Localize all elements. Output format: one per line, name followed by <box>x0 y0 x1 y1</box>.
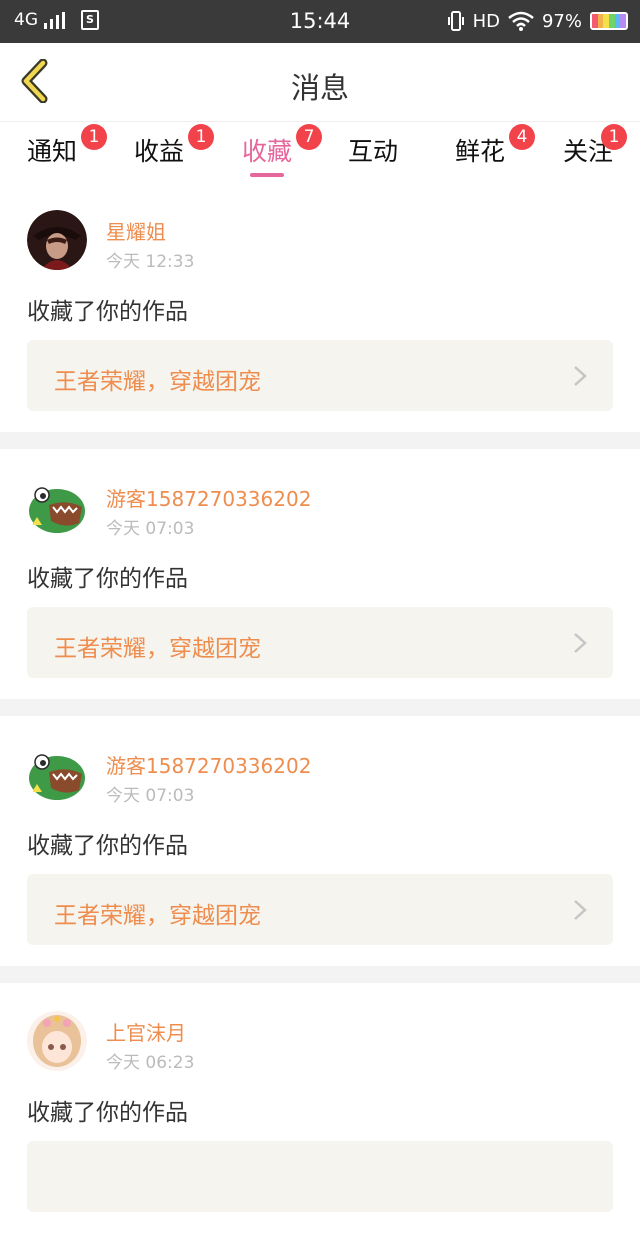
timestamp: 今天 07:03 <box>106 786 195 806</box>
tab-favorites[interactable]: 收藏 7 <box>242 124 323 168</box>
chevron-right-icon <box>574 900 587 920</box>
nav-header: 消息 <box>0 43 640 121</box>
green-dino-avatar[interactable] <box>27 744 87 804</box>
divider <box>0 699 640 716</box>
status-right: HD 97% <box>447 10 628 32</box>
anime-girl-avatar[interactable] <box>27 1011 87 1071</box>
work-card[interactable] <box>27 1141 613 1212</box>
tab-label: 通知 <box>27 137 78 166</box>
user-name[interactable]: 上官沫月 <box>106 1017 186 1046</box>
status-bar: 4G S 15:44 HD 97% <box>0 0 640 43</box>
chevron-right-icon <box>574 366 587 386</box>
action-text: 收藏了你的作品 <box>27 833 188 859</box>
tab-badge: 7 <box>296 124 323 150</box>
work-card[interactable]: 王者荣耀，穿越团宠 <box>27 607 613 678</box>
tab-badge: 1 <box>188 124 215 150</box>
battery-icon <box>590 12 628 30</box>
tab-follow[interactable]: 关注 1 <box>563 124 628 168</box>
tab-interaction[interactable]: 互动 <box>348 132 398 168</box>
active-tab-indicator <box>250 173 284 177</box>
tab-bar: 通知 1 收益 1 收藏 7 互动 鲜花 4 关注 1 <box>0 121 640 182</box>
tab-earnings[interactable]: 收益 1 <box>134 124 215 168</box>
action-text: 收藏了你的作品 <box>27 1100 188 1126</box>
tab-label: 鲜花 <box>455 137 506 166</box>
user-name[interactable]: 游客1587270336202 <box>106 750 311 779</box>
tab-label: 收藏 <box>242 137 293 166</box>
tab-badge: 4 <box>509 124 536 150</box>
chevron-right-icon <box>574 633 587 653</box>
work-title: 王者荣耀，穿越团宠 <box>54 903 261 929</box>
hd-label: HD <box>472 10 500 32</box>
tab-notice[interactable]: 通知 1 <box>27 124 108 168</box>
action-text: 收藏了你的作品 <box>27 566 188 592</box>
tab-badge: 1 <box>601 124 628 150</box>
timestamp: 今天 12:33 <box>106 252 195 272</box>
tab-flowers[interactable]: 鲜花 4 <box>455 124 536 168</box>
tab-label: 互动 <box>348 137 399 166</box>
work-card[interactable]: 王者荣耀，穿越团宠 <box>27 340 613 411</box>
timestamp: 今天 07:03 <box>106 519 195 539</box>
vibrate-icon <box>447 11 464 31</box>
list-item: 游客1587270336202 今天 07:03 收藏了你的作品 王者荣耀，穿越… <box>0 449 640 699</box>
work-title: 王者荣耀，穿越团宠 <box>54 369 261 395</box>
list-item: 星耀姐 今天 12:33 收藏了你的作品 王者荣耀，穿越团宠 <box>0 182 640 432</box>
timestamp: 今天 06:23 <box>106 1053 195 1073</box>
battery-percent: 97% <box>541 10 582 32</box>
list-item: 游客1587270336202 今天 07:03 收藏了你的作品 王者荣耀，穿越… <box>0 716 640 966</box>
divider <box>0 966 640 983</box>
tab-label: 收益 <box>134 137 185 166</box>
work-title: 王者荣耀，穿越团宠 <box>54 636 261 662</box>
user-name[interactable]: 星耀姐 <box>106 216 166 245</box>
divider <box>0 432 640 449</box>
tab-badge: 1 <box>81 124 108 150</box>
wifi-icon <box>508 11 534 31</box>
user-name[interactable]: 游客1587270336202 <box>106 483 311 512</box>
work-card[interactable]: 王者荣耀，穿越团宠 <box>27 874 613 945</box>
green-dino-avatar[interactable] <box>27 477 87 537</box>
message-list: 星耀姐 今天 12:33 收藏了你的作品 王者荣耀，穿越团宠 游客1587270… <box>0 182 640 1233</box>
action-text: 收藏了你的作品 <box>27 299 188 325</box>
list-item: 上官沫月 今天 06:23 收藏了你的作品 <box>0 983 640 1233</box>
dark-character-avatar[interactable] <box>27 210 87 270</box>
page-title: 消息 <box>290 71 349 105</box>
